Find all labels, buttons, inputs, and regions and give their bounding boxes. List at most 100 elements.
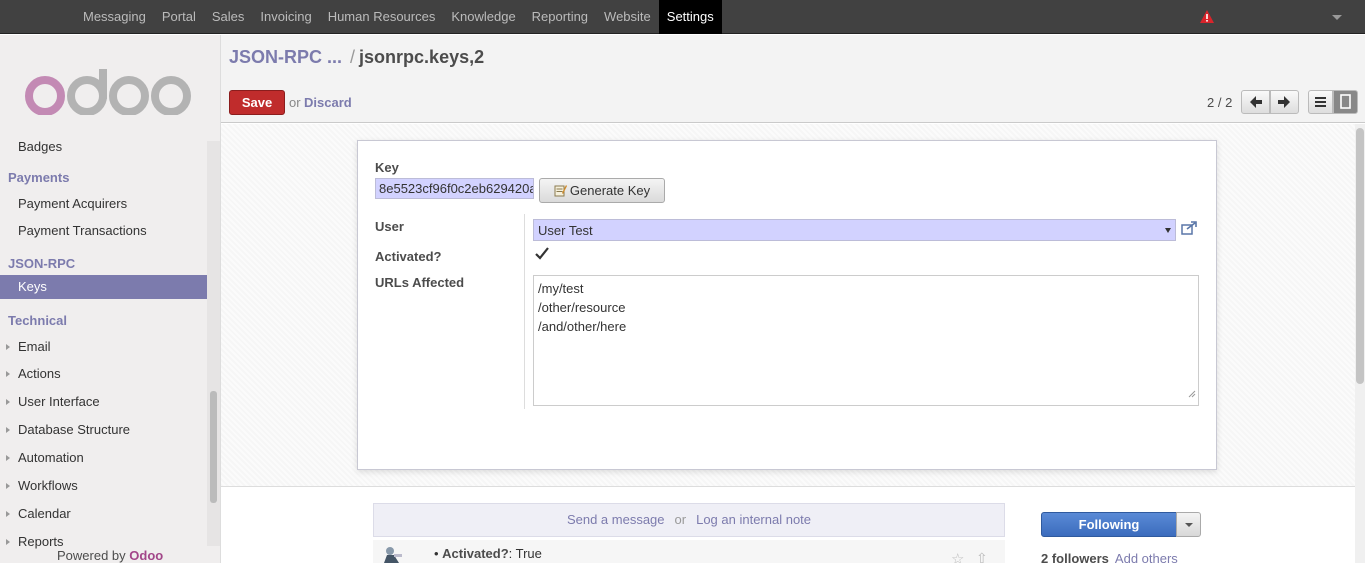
menu-sales[interactable]: Sales	[204, 0, 253, 34]
or-text: or	[674, 512, 687, 527]
sidebar-item-badges[interactable]: Badges	[0, 135, 207, 159]
sidebar-scrollbar-thumb[interactable]	[210, 391, 217, 503]
url-line: /my/test	[538, 281, 584, 296]
sidebar-item-workflows[interactable]: Workflows	[0, 474, 207, 498]
pager-previous-button[interactable]	[1241, 90, 1270, 114]
form-view-button[interactable]	[1333, 90, 1358, 114]
expand-arrow-icon	[6, 344, 10, 350]
activated-label: Activated?	[375, 249, 442, 264]
expand-arrow-icon	[6, 371, 10, 377]
sidebar: Badges Payments Payment Acquirers Paymen…	[0, 35, 221, 563]
expand-arrow-icon	[6, 539, 10, 545]
breadcrumb-current: jsonrpc.keys,2	[359, 47, 485, 67]
sidebar-heading-json-rpc: JSON-RPC	[8, 256, 76, 271]
expand-arrow-icon	[6, 427, 10, 433]
main-scrollbar-thumb[interactable]	[1356, 128, 1364, 384]
menu-human-resources[interactable]: Human Resources	[320, 0, 444, 34]
warning-icon[interactable]	[1200, 10, 1214, 26]
generate-key-label: Generate Key	[569, 183, 651, 198]
message-text: • Activated?: True	[434, 546, 542, 561]
edit-icon	[554, 184, 567, 200]
sidebar-item-user-interface[interactable]: User Interface	[0, 390, 207, 414]
followers-count[interactable]: 2 followers	[1041, 551, 1109, 563]
pager-value[interactable]: 2 / 2	[1207, 95, 1232, 110]
key-label: Key	[375, 160, 399, 175]
expand-arrow-icon	[6, 483, 10, 489]
url-line: /other/resource	[538, 300, 626, 315]
menu-portal[interactable]: Portal	[154, 0, 204, 34]
urls-affected-textarea[interactable]: /my/test /other/resource /and/other/here	[533, 275, 1199, 406]
save-button[interactable]: Save	[229, 90, 285, 115]
list-icon	[1315, 97, 1326, 107]
control-panel: JSON-RPC ... / jsonrpc.keys,2 Save or Disc…	[221, 35, 1365, 123]
user-select-value: User Test	[538, 223, 593, 238]
sidebar-item-label: Email	[18, 339, 51, 354]
breadcrumb: JSON-RPC ... / jsonrpc.keys,2	[229, 47, 484, 68]
form-icon	[1340, 94, 1351, 109]
chevron-down-icon	[1185, 523, 1193, 527]
main-scrollbar[interactable]	[1355, 124, 1365, 563]
message-field-value: : True	[508, 546, 542, 561]
sidebar-item-label: Automation	[18, 450, 84, 465]
external-link-icon[interactable]	[1181, 221, 1197, 238]
expand-arrow-icon	[6, 511, 10, 517]
sidebar-item-keys[interactable]: Keys	[0, 275, 207, 299]
generate-key-button[interactable]: Generate Key	[539, 178, 665, 203]
log-note-link[interactable]: Log an internal note	[696, 512, 811, 527]
activated-checkbox[interactable]	[535, 247, 549, 263]
menu-website[interactable]: Website	[596, 0, 659, 34]
pager-next-button[interactable]	[1270, 90, 1299, 114]
urls-affected-label: URLs Affected	[375, 275, 465, 290]
message-field-label: Activated?	[442, 546, 509, 561]
sidebar-heading-payments: Payments	[8, 170, 70, 185]
resize-grip-icon[interactable]	[1188, 384, 1196, 403]
message-item: • Activated?: True ☆ ⇧	[373, 540, 1005, 563]
user-label: User	[375, 219, 404, 234]
star-icon[interactable]: ☆	[951, 550, 964, 563]
sidebar-item-label: Calendar	[18, 506, 71, 521]
sidebar-item-label: Actions	[18, 366, 61, 381]
sidebar-item-label: User Interface	[18, 394, 100, 409]
expand-arrow-icon	[6, 399, 10, 405]
sidebar-item-calendar[interactable]: Calendar	[0, 502, 207, 526]
user-menu-caret-icon[interactable]	[1332, 15, 1342, 20]
url-line: /and/other/here	[538, 319, 627, 334]
menu-messaging[interactable]: Messaging	[75, 0, 154, 34]
sidebar-scrollbar[interactable]	[207, 141, 220, 546]
menu-settings[interactable]: Settings	[658, 0, 722, 34]
breadcrumb-parent-link[interactable]: JSON-RPC ...	[229, 47, 342, 67]
sidebar-item-database-structure[interactable]: Database Structure	[0, 418, 207, 442]
followers-info: 2 followers Add others	[1041, 551, 1178, 563]
expand-arrow-icon	[6, 455, 10, 461]
sidebar-item-automation[interactable]: Automation	[0, 446, 207, 470]
powered-by: Powered by Odoo	[57, 548, 207, 563]
sidebar-item-email[interactable]: Email	[0, 335, 207, 359]
user-select[interactable]: User Test	[533, 219, 1176, 241]
send-message-link[interactable]: Send a message	[567, 512, 665, 527]
avatar[interactable]	[381, 546, 405, 563]
chatter-compose-bar: Send a message or Log an internal note	[373, 503, 1005, 537]
sidebar-item-label: Workflows	[18, 478, 78, 493]
sidebar-item-payment-acquirers[interactable]: Payment Acquirers	[0, 192, 207, 216]
sidebar-heading-technical: Technical	[8, 313, 68, 328]
list-view-button[interactable]	[1308, 90, 1333, 114]
key-field[interactable]: 8e5523cf96f0c2eb629420a7	[375, 178, 534, 199]
menu-invoicing[interactable]: Invoicing	[252, 0, 319, 34]
field-divider	[524, 214, 525, 409]
sidebar-item-actions[interactable]: Actions	[0, 362, 207, 386]
powered-by-brand-link[interactable]: Odoo	[129, 548, 163, 563]
sidebar-item-label: Reports	[18, 534, 64, 549]
followers-dropdown-button[interactable]	[1176, 512, 1201, 537]
sidebar-item-payment-transactions[interactable]: Payment Transactions	[0, 219, 207, 243]
add-others-link[interactable]: Add others	[1115, 551, 1178, 563]
arrow-left-icon	[1250, 96, 1262, 108]
form-sheet: Key 8e5523cf96f0c2eb629420a7 Generate Ke…	[357, 140, 1217, 470]
following-button[interactable]: Following	[1041, 512, 1177, 537]
menu-reporting[interactable]: Reporting	[524, 0, 596, 34]
breadcrumb-separator: /	[350, 47, 356, 67]
like-icon[interactable]: ⇧	[976, 550, 988, 563]
discard-button[interactable]: Discard	[304, 95, 352, 110]
odoo-logo[interactable]	[24, 69, 194, 118]
app-menu: Messaging Portal Sales Invoicing Human R…	[75, 0, 722, 34]
menu-knowledge[interactable]: Knowledge	[443, 0, 523, 34]
